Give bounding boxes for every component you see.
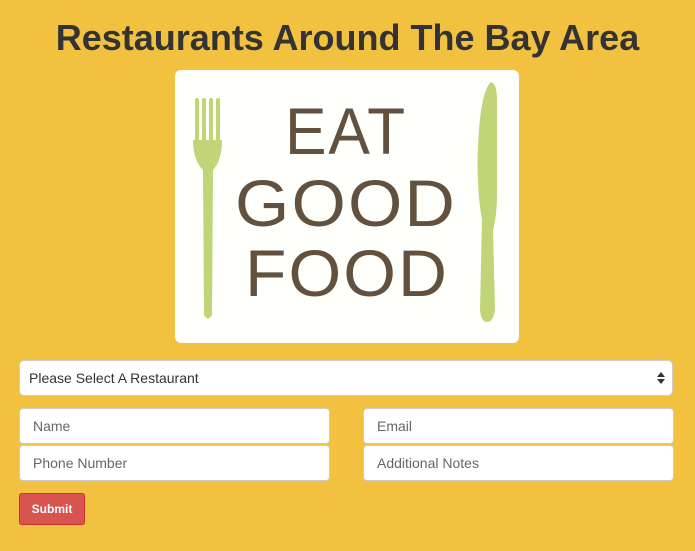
eat-good-food-logo: EAT GOOD FOOD — [175, 70, 519, 343]
restaurant-select-value: Please Select A Restaurant — [29, 370, 199, 386]
logo-word-eat: EAT — [285, 94, 407, 168]
logo-word-good: GOOD — [235, 166, 457, 240]
restaurant-select[interactable]: Please Select A Restaurant — [19, 360, 673, 396]
fork-icon — [193, 98, 222, 319]
page-title: Restaurants Around The Bay Area — [55, 17, 640, 58]
logo-word-food: FOOD — [245, 236, 449, 310]
name-field[interactable] — [19, 408, 330, 444]
phone-number-field[interactable] — [19, 445, 330, 481]
submit-button[interactable]: Submit — [19, 493, 85, 525]
additional-notes-field[interactable] — [363, 445, 674, 481]
select-arrows-icon — [657, 372, 665, 384]
email-field[interactable] — [363, 408, 674, 444]
knife-icon — [477, 82, 497, 322]
